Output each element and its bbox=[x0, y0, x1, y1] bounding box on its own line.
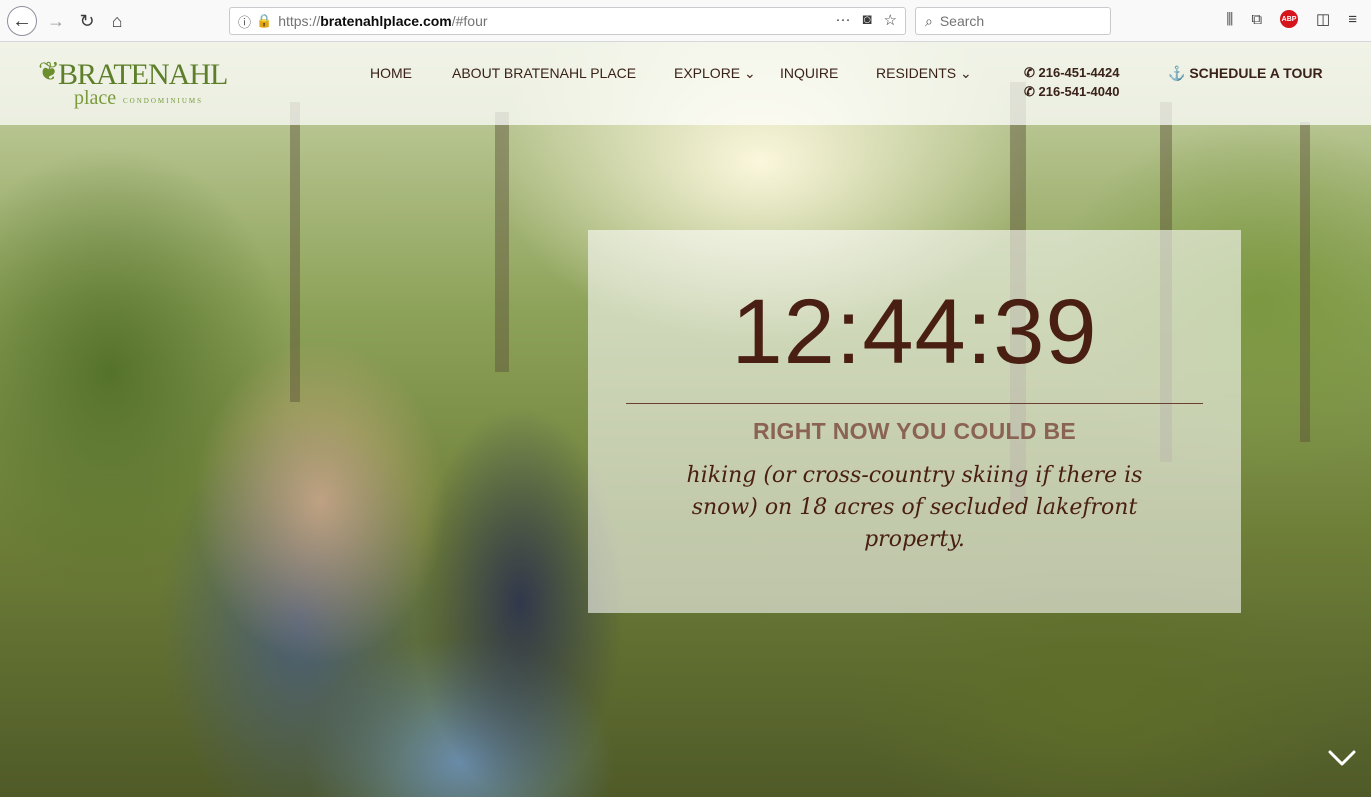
activity-line: property. bbox=[864, 527, 965, 552]
phone-number: 216-451-4424 bbox=[1038, 65, 1120, 80]
url-bar[interactable]: ⓘ 🔒 https://bratenahlplace.com/#four ···… bbox=[229, 7, 906, 35]
forward-button[interactable]: → bbox=[45, 10, 67, 32]
home-icon: ⌂ bbox=[111, 10, 123, 31]
leaf-icon: ❦ bbox=[38, 56, 60, 86]
info-icon[interactable]: ⓘ bbox=[238, 12, 251, 31]
phone-link-1[interactable]: ✆ 216-451-4424 bbox=[1024, 65, 1119, 81]
current-time: 12:44:39 bbox=[731, 281, 1098, 383]
nav-inquire[interactable]: INQUIRE bbox=[780, 65, 838, 81]
activity-line: snow) on 18 acres of secluded lakefront bbox=[691, 495, 1138, 520]
reload-button[interactable]: ↻ bbox=[76, 10, 98, 32]
tree-trunk bbox=[495, 112, 509, 372]
back-button[interactable]: ← bbox=[7, 6, 37, 36]
sidebar-icon[interactable]: ◫ bbox=[1316, 10, 1330, 28]
phone-link-2[interactable]: ✆ 216-541-4040 bbox=[1024, 84, 1119, 100]
menu-icon[interactable]: ≡ bbox=[1348, 11, 1357, 28]
more-actions-icon[interactable]: ··· bbox=[835, 11, 850, 29]
lock-icon[interactable]: 🔒 bbox=[256, 13, 272, 29]
phone-number: 216-541-4040 bbox=[1038, 84, 1120, 99]
schedule-tour-link[interactable]: ⚓ SCHEDULE A TOUR bbox=[1168, 65, 1323, 82]
reload-icon: ↻ bbox=[79, 10, 95, 31]
library-icon[interactable]: ⫼ bbox=[1226, 11, 1233, 28]
search-input[interactable]: ⌕ Search bbox=[915, 7, 1111, 35]
clock-panel: 12:44:39 RIGHT NOW YOU COULD BE hiking (… bbox=[588, 230, 1241, 613]
site-header: ❦ BRATENAHL place CONDOMINIUMS HOME ABOU… bbox=[0, 42, 1371, 125]
url-path: /#four bbox=[451, 13, 488, 29]
home-button[interactable]: ⌂ bbox=[106, 10, 128, 32]
activity-text: hiking (or cross-country skiing if there… bbox=[648, 460, 1181, 556]
tree-trunk bbox=[1300, 122, 1310, 442]
divider bbox=[626, 403, 1203, 404]
logo-condominiums: CONDOMINIUMS bbox=[123, 97, 204, 105]
tree-trunk bbox=[290, 102, 300, 402]
logo-place: place bbox=[74, 87, 117, 109]
extension-icon[interactable]: ⧉ bbox=[1251, 11, 1262, 28]
pocket-icon[interactable]: ◙ bbox=[862, 11, 871, 29]
nav-about[interactable]: ABOUT BRATENAHL PLACE bbox=[452, 65, 636, 81]
nav-explore[interactable]: EXPLORE ⌄ bbox=[674, 65, 756, 82]
url-scheme: https:// bbox=[278, 13, 321, 29]
arrow-right-icon: → bbox=[47, 10, 65, 31]
arrow-left-icon: ← bbox=[12, 9, 32, 32]
phone-icon: ✆ bbox=[1024, 84, 1039, 99]
phone-icon: ✆ bbox=[1024, 65, 1039, 80]
nav-residents[interactable]: RESIDENTS ⌄ bbox=[876, 65, 972, 82]
site-logo[interactable]: ❦ BRATENAHL place CONDOMINIUMS bbox=[38, 52, 228, 112]
tour-label: SCHEDULE A TOUR bbox=[1189, 65, 1323, 81]
search-placeholder: Search bbox=[939, 13, 985, 29]
web-page: ❦ BRATENAHL place CONDOMINIUMS HOME ABOU… bbox=[0, 42, 1371, 797]
bookmark-star-icon[interactable]: ☆ bbox=[884, 11, 897, 29]
adblock-icon[interactable]: ABP bbox=[1280, 10, 1299, 28]
scroll-down-chevron-icon[interactable] bbox=[1327, 748, 1357, 768]
toolbar-icons: ⫼ ⧉ ABP ◫ ≡ bbox=[1226, 10, 1357, 28]
nav-home[interactable]: HOME bbox=[370, 65, 412, 81]
url-host: bratenahlplace.com bbox=[320, 13, 452, 29]
url-actions: ··· ◙ ☆ bbox=[835, 11, 897, 29]
panel-subtitle: RIGHT NOW YOU COULD BE bbox=[752, 418, 1077, 444]
browser-toolbar: ← → ↻ ⌂ ⓘ 🔒 https://bratenahlplace.com/#… bbox=[0, 0, 1371, 42]
activity-line: hiking (or cross-country skiing if there… bbox=[686, 463, 1143, 488]
search-icon: ⌕ bbox=[925, 12, 933, 29]
tour-icon: ⚓ bbox=[1168, 65, 1190, 81]
